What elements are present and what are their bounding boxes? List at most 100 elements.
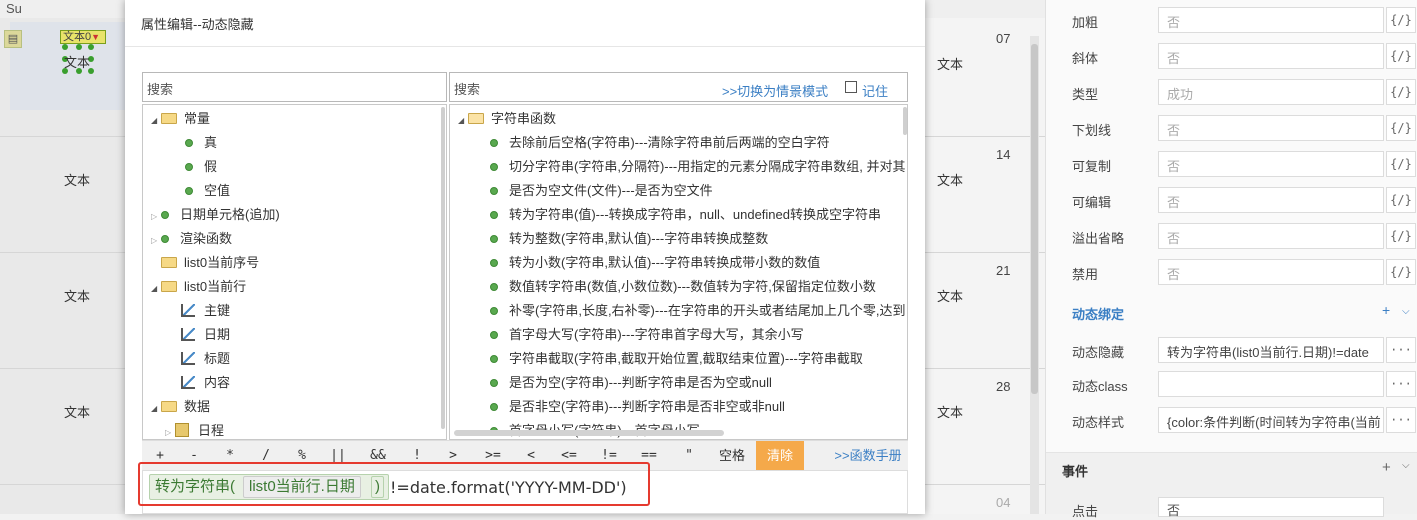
function-item[interactable]: 是否为空文件(文件)---是否为空文件 [490,181,713,201]
prop-select[interactable]: 否 [1158,7,1384,33]
page-scrollbar-thumb[interactable] [1031,44,1038,394]
expand-icon[interactable]: ◢ [151,399,161,419]
tree-node-content[interactable]: 内容 [181,373,230,393]
event-select[interactable]: 否 [1158,497,1384,518]
expression-button[interactable]: {/} [1386,115,1416,141]
tree-node-string-functions[interactable]: ◢ 字符串函数 [458,109,556,129]
function-item[interactable]: 去除前后空格(字符串)---清除字符串前后两端的空白字符 [490,133,830,153]
op-space-button[interactable]: 空格 [712,441,752,471]
resize-handle[interactable] [62,44,68,50]
collapse-icon[interactable]: ▷ [151,207,161,227]
function-label: 数值转字符串(数值,小数位数)---数值转为字符,保留指定位数小数 [509,279,876,294]
clear-button[interactable]: 清除 [756,441,804,471]
function-item[interactable]: 字符串截取(字符串,截取开始位置,截取结束位置)---字符串截取 [490,349,863,369]
tree-node-title[interactable]: 标题 [181,349,230,369]
left-search-input[interactable]: 搜索 [142,72,447,102]
prop-select[interactable]: 否 [1158,151,1384,177]
selected-component-label[interactable]: 文本0▼ [60,30,106,44]
tree-node-schedule[interactable]: ▷ 日程 [165,421,225,439]
dialog-divider [125,46,925,47]
tree-node-date-cell[interactable]: ▷ 日期单元格(追加) [151,205,280,225]
prop-select[interactable]: 否 [1158,259,1384,285]
prop-row-italic: 斜体 否 {/} [1046,38,1417,74]
expression-button[interactable]: {/} [1386,223,1416,249]
add-event-button[interactable]: + [1382,459,1391,476]
right-tree-scrollbar[interactable] [903,107,907,135]
tree-node-false[interactable]: 假 [185,157,217,177]
prop-select[interactable]: 否 [1158,115,1384,141]
chevron-down-icon[interactable]: ▼ [91,32,100,42]
function-item[interactable]: 是否非空(字符串)---判断字符串是否非空或非null [490,397,785,417]
prop-label: 下划线 [1072,123,1112,138]
right-tree-hscrollbar[interactable] [454,430,724,436]
left-tree-scrollbar[interactable] [441,107,445,429]
function-item[interactable]: 数值转字符串(数值,小数位数)---数值转为字符,保留指定位数小数 [490,277,876,297]
more-button[interactable]: ··· [1386,371,1416,397]
function-tree: ◢ 字符串函数 去除前后空格(字符串)---清除字符串前后两端的空白字符 切分字符… [449,104,908,440]
remember-label[interactable]: 记住 [862,81,888,100]
dynamic-style-field[interactable]: {color:条件判断(时间转为字符串(当前 [1158,407,1384,433]
tree-label: 标题 [204,351,231,366]
tree-label: 常量 [184,111,211,126]
dot-icon [490,187,498,195]
right-search-input[interactable]: 搜索 >>切换为情景模式 记住 [449,72,908,102]
tree-node-primary-key[interactable]: 主键 [181,301,230,321]
expression-button[interactable]: {/} [1386,259,1416,285]
dot-icon [490,307,498,315]
op-quote-button[interactable]: " [672,441,706,471]
day-number: 07 [996,31,1011,46]
tree-node-null[interactable]: 空值 [185,181,230,201]
expand-icon[interactable]: ◢ [151,111,161,131]
tree-label: 空值 [204,183,231,198]
tree-node-list-index[interactable]: list0当前序号 [161,253,259,273]
tree-node-render-func[interactable]: ▷ 渲染函数 [151,229,232,249]
tree-node-constants[interactable]: ◢ 常量 [151,109,210,129]
tree-label: 日程 [198,423,225,438]
function-item[interactable]: 补零(字符串,长度,右补零)---在字符串的开头或者结尾加上几个零,达到 [490,301,905,321]
property-panel: 加粗 否 {/} 斜体 否 {/} 类型 成功 {/} 下划线 否 {/} 可复… [1045,0,1417,519]
prop-select[interactable]: 成功 [1158,79,1384,105]
function-manual-link[interactable]: >>函数手册 [828,441,908,471]
dynamic-class-field[interactable] [1158,371,1384,397]
expression-button[interactable]: {/} [1386,187,1416,213]
chevron-down-icon[interactable]: ⌵ [1402,460,1410,471]
component-icon[interactable]: ▤ [4,30,22,48]
more-button[interactable]: ··· [1386,407,1416,433]
dot-icon [185,163,193,171]
expression-button[interactable]: {/} [1386,43,1416,69]
expression-button[interactable]: {/} [1386,79,1416,105]
dynamic-binding-section[interactable]: 动态绑定 [1072,304,1124,323]
function-item[interactable]: 转为小数(字符串,默认值)---字符串转换成带小数的数值 [490,253,820,273]
expression-button[interactable]: {/} [1386,7,1416,33]
variable-tree: ◢ 常量 真 假 空值 ▷ 日期单元格(追加) ▷ 渲染函数 list0当前序号 ◢ l… [142,104,447,440]
add-binding-button[interactable]: + [1382,302,1390,318]
folder-icon [161,257,177,268]
expand-icon[interactable]: ◢ [151,279,161,299]
tree-node-true[interactable]: 真 [185,133,217,153]
resize-handle[interactable] [88,44,94,50]
remember-checkbox[interactable] [845,81,857,93]
cell-text: 文本 [64,173,91,188]
tree-node-list-row[interactable]: ◢ list0当前行 [151,277,246,297]
resize-handle[interactable] [76,44,82,50]
collapse-icon[interactable]: ▷ [151,231,161,251]
prop-label: 加粗 [1072,15,1099,30]
tree-node-date[interactable]: 日期 [181,325,230,345]
function-item[interactable]: 切分字符串(字符串,分隔符)---用指定的元素分隔成字符串数组, 并对其 [490,157,905,177]
function-item[interactable]: 是否为空(字符串)---判断字符串是否为空或null [490,373,772,393]
dynamic-hide-field[interactable]: 转为字符串(list0当前行.日期)!=date [1158,337,1384,363]
expand-icon[interactable]: ◢ [458,111,468,131]
function-item[interactable]: 转为字符串(值)---转换成字符串，null、undefined转换成空字符串 [490,205,881,225]
highlight-box [138,462,650,506]
mode-switch-link[interactable]: >>切换为情景模式 [722,81,828,100]
prop-select[interactable]: 否 [1158,43,1384,69]
prop-select[interactable]: 否 [1158,187,1384,213]
function-item[interactable]: 转为整数(字符串,默认值)---字符串转换成整数 [490,229,768,249]
prop-select[interactable]: 否 [1158,223,1384,249]
more-button[interactable]: ··· [1386,337,1416,363]
function-item[interactable]: 首字母大写(字符串)---字符串首字母大写，其余小写 [490,325,804,345]
chevron-down-icon[interactable]: ⌵ [1402,306,1410,317]
collapse-icon[interactable]: ▷ [165,423,175,439]
tree-node-data[interactable]: ◢ 数据 [151,397,210,417]
expression-button[interactable]: {/} [1386,151,1416,177]
